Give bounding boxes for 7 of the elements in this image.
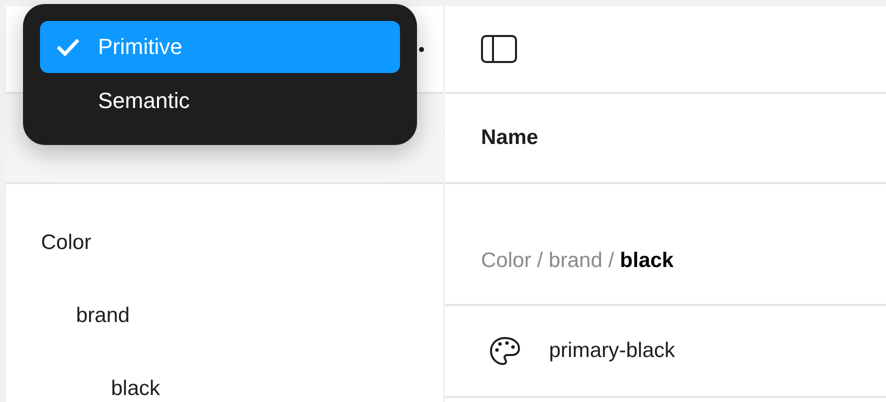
- tree-item[interactable]: Color: [41, 230, 92, 254]
- tree-item[interactable]: brand: [76, 304, 130, 328]
- variable-name[interactable]: primary-black: [549, 339, 676, 363]
- column-header: Name: [481, 126, 538, 150]
- tree-item[interactable]: black: [111, 376, 160, 400]
- menu-item[interactable]: Semantic: [40, 75, 400, 127]
- group-path: Color / brand / black: [481, 249, 674, 273]
